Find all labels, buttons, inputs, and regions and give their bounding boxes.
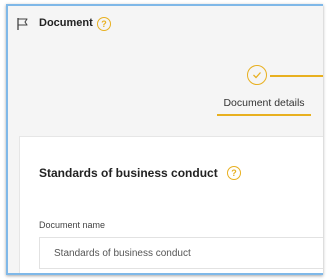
question-circle-icon[interactable]: ?: [227, 166, 241, 180]
document-name-input[interactable]: [39, 237, 323, 269]
document-form-card: Standards of business conduct ? Document…: [19, 136, 323, 273]
active-step-underline: [217, 114, 311, 116]
page-header: Document ?: [8, 6, 323, 42]
document-window: Document ? Document details Standards of…: [6, 4, 323, 275]
stepper-connector: [270, 75, 323, 77]
check-icon: [253, 72, 261, 79]
page-title: Document: [39, 17, 93, 29]
step-label-document-details[interactable]: Document details: [214, 97, 314, 109]
document-name-label: Document name: [39, 220, 106, 230]
card-title: Standards of business conduct: [39, 166, 218, 180]
question-circle-icon[interactable]: ?: [97, 17, 111, 31]
step-completed-indicator[interactable]: [247, 65, 267, 85]
flag-icon: [16, 17, 30, 31]
